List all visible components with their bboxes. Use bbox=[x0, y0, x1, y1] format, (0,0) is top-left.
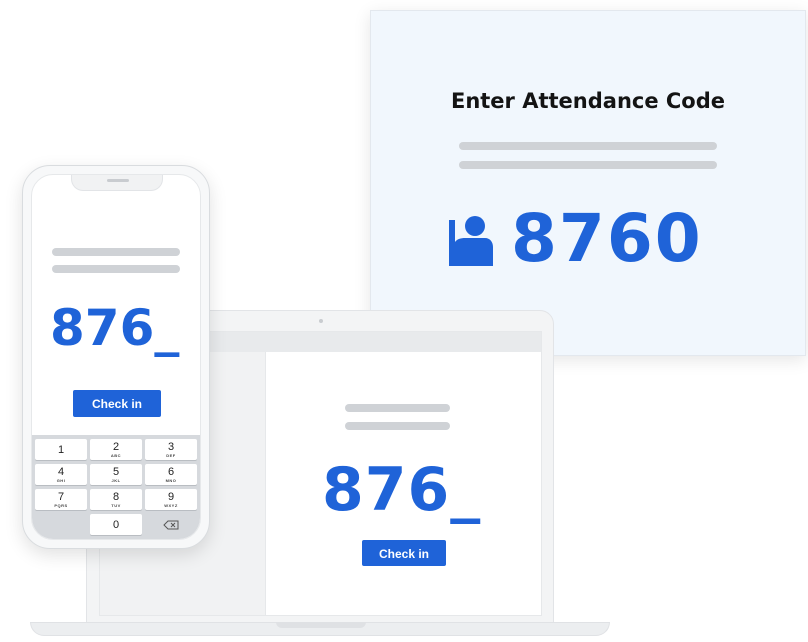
check-in-button[interactable]: Check in bbox=[362, 540, 446, 566]
key-7[interactable]: 7 PQRS bbox=[35, 489, 87, 510]
key-5[interactable]: 5 JKL bbox=[90, 464, 142, 485]
attendance-code: 8760 bbox=[511, 200, 703, 277]
placeholder-text-line bbox=[459, 142, 717, 150]
key-3[interactable]: 3 DEF bbox=[145, 439, 197, 460]
laptop-trackpad-notch bbox=[276, 622, 366, 628]
display-code-row: 8760 bbox=[445, 206, 703, 272]
key-4[interactable]: 4 GHI bbox=[35, 464, 87, 485]
speaker-icon bbox=[107, 179, 129, 182]
key-8[interactable]: 8 TUV bbox=[90, 489, 142, 510]
key-0[interactable]: 0 bbox=[90, 514, 142, 535]
placeholder-text-line bbox=[52, 265, 180, 273]
attendance-display-panel: Enter Attendance Code 8760 bbox=[370, 10, 806, 356]
placeholder-text-line bbox=[459, 161, 717, 169]
placeholder-text-line bbox=[345, 404, 450, 412]
numeric-keypad: 1 2 ABC 3 DEF 4 GHI 5 JKL 6 MNO 7 PQRS 8 TUV 9W… bbox=[32, 435, 200, 539]
check-in-button[interactable]: Check in bbox=[73, 390, 161, 417]
display-title: Enter Attendance Code bbox=[450, 89, 726, 113]
phone: 876_ Check in 1 2 ABC 3 DEF 4 GHI 5 JKL 6 MNO… bbox=[22, 165, 210, 549]
key-9[interactable]: 9 WXYZ bbox=[145, 489, 197, 510]
hand-raise-icon bbox=[445, 212, 493, 266]
placeholder-text-line bbox=[345, 422, 450, 430]
code-input[interactable]: 876_ bbox=[50, 303, 179, 353]
backspace-key[interactable] bbox=[145, 514, 197, 535]
backspace-icon bbox=[163, 517, 179, 534]
laptop-camera bbox=[319, 319, 323, 323]
phone-notch bbox=[71, 175, 163, 191]
key-2[interactable]: 2 ABC bbox=[90, 439, 142, 460]
key-1[interactable]: 1 bbox=[35, 439, 87, 460]
phone-screen: 876_ Check in 1 2 ABC 3 DEF 4 GHI 5 JKL 6 MNO… bbox=[31, 174, 201, 540]
key-6[interactable]: 6 MNO bbox=[145, 464, 197, 485]
code-input[interactable]: 876_ bbox=[322, 460, 481, 520]
placeholder-text-line bbox=[52, 248, 180, 256]
